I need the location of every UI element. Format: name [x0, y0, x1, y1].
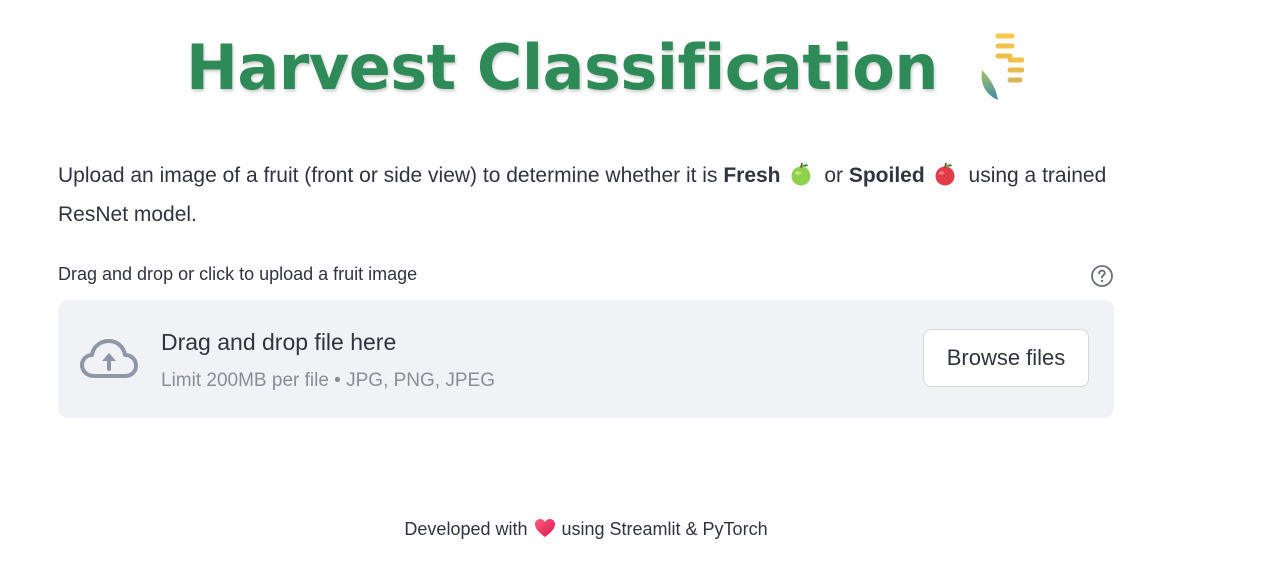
file-dropzone[interactable]: Drag and drop file here Limit 200MB per … [58, 300, 1114, 418]
title-row: Harvest Classification [186, 22, 1024, 112]
spoiled-label: Spoiled [848, 164, 925, 187]
heart-icon [534, 519, 555, 537]
intro-paragraph: Upload an image of a fruit (front or sid… [58, 156, 1118, 234]
intro-or-text: or [818, 164, 849, 187]
footer-text-after: using Streamlit & PyTorch [561, 519, 768, 539]
intro-text-before: Upload an image of a fruit (front or sid… [58, 164, 724, 187]
footer: Developed with using Streamlit & PyTorch [0, 518, 1172, 540]
app-page: Harvest Classification Upload an image o… [0, 0, 1270, 572]
wheat-icon [981, 33, 1024, 103]
browse-files-button[interactable]: Browse files [923, 329, 1089, 387]
uploader-label: Drag and drop or click to upload a fruit… [58, 264, 418, 284]
fresh-label: Fresh [723, 164, 781, 187]
cloud-upload-icon [80, 339, 138, 378]
page-title: Harvest Classification [186, 30, 938, 104]
help-icon[interactable] [1090, 264, 1114, 288]
green-apple-icon [791, 162, 810, 186]
red-apple-icon [935, 162, 955, 186]
footer-text-before: Developed with [404, 519, 528, 539]
dropzone-title: Drag and drop file here [161, 329, 397, 355]
dropzone-limit-text: Limit 200MB per file • JPG, PNG, JPEG [161, 370, 495, 391]
